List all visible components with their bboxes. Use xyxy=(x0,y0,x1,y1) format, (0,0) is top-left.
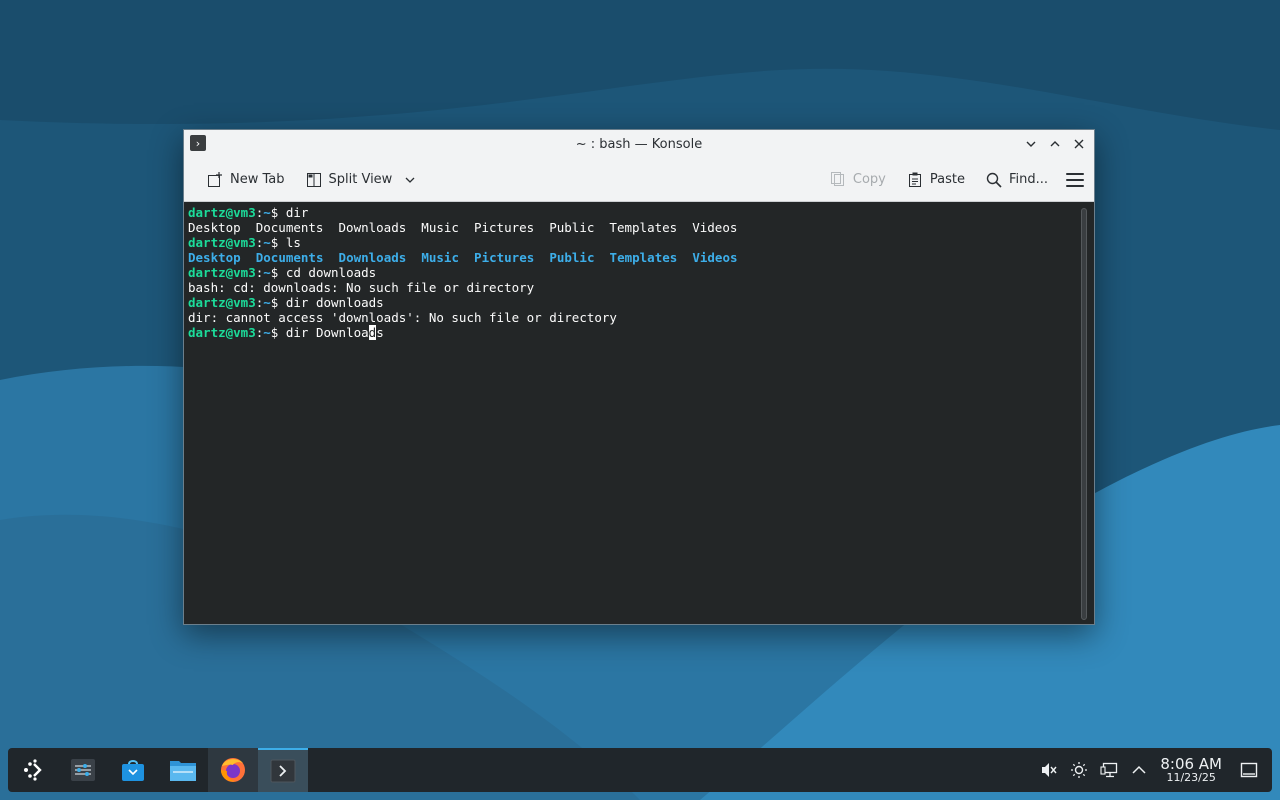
show-desktop-button[interactable] xyxy=(1234,761,1264,779)
paste-button[interactable]: Paste xyxy=(900,167,971,193)
copy-icon xyxy=(829,171,847,189)
konsole-app-icon[interactable]: › xyxy=(190,135,206,151)
terminal-line: dartz@vm3:~$ dir xyxy=(188,205,309,220)
digital-clock[interactable]: 8:06 AM 11/23/25 xyxy=(1160,756,1222,785)
brightness-button[interactable] xyxy=(1064,761,1094,779)
split-view-button[interactable]: Split View xyxy=(299,167,423,193)
maximize-button[interactable] xyxy=(1046,134,1064,154)
clock-time: 8:06 AM xyxy=(1160,754,1222,773)
copy-button[interactable]: Copy xyxy=(823,167,892,193)
hamburger-menu-icon[interactable] xyxy=(1066,172,1084,187)
firefox-button[interactable] xyxy=(208,748,258,792)
application-launcher-button[interactable] xyxy=(8,748,58,792)
terminal-line: dartz@vm3:~$ ls xyxy=(188,235,301,250)
system-settings-icon xyxy=(71,759,95,781)
terminal-line: dir: cannot access 'downloads': No such … xyxy=(188,310,617,325)
close-button[interactable] xyxy=(1070,134,1088,154)
copy-label: Copy xyxy=(852,172,886,187)
new-tab-button[interactable]: New Tab xyxy=(200,167,291,193)
brightness-icon xyxy=(1071,762,1088,778)
search-icon xyxy=(985,171,1003,189)
close-icon xyxy=(1074,139,1084,149)
konsole-window[interactable]: › ~ : bash — Konsole New Tab Split View … xyxy=(183,129,1095,625)
firefox-icon xyxy=(221,758,245,782)
find-label: Find... xyxy=(1008,172,1048,187)
window-titlebar[interactable]: › ~ : bash — Konsole xyxy=(184,130,1094,158)
new-tab-icon xyxy=(206,171,224,189)
minimize-button[interactable] xyxy=(1022,134,1040,154)
volume-muted-icon xyxy=(1042,763,1057,777)
terminal-scrollbar[interactable] xyxy=(1081,208,1087,620)
terminal-line: dartz@vm3:~$ cd downloads xyxy=(188,265,377,280)
terminal-line: Desktop Documents Downloads Music Pictur… xyxy=(188,250,738,265)
chevron-up-icon xyxy=(1050,141,1060,147)
konsole-icon xyxy=(270,759,296,783)
discover-store-icon xyxy=(122,760,144,781)
discover-store-button[interactable] xyxy=(108,748,158,792)
new-tab-label: New Tab xyxy=(230,172,285,187)
show-hidden-icons-button[interactable] xyxy=(1124,762,1154,778)
konsole-toolbar: New Tab Split View Copy Paste Find... xyxy=(184,158,1094,202)
terminal-line: dartz@vm3:~$ dir downloads xyxy=(188,295,384,310)
terminal-line: Desktop Documents Downloads Music Pictur… xyxy=(188,220,738,235)
window-title: ~ : bash — Konsole xyxy=(575,136,703,152)
network-button[interactable] xyxy=(1094,761,1124,779)
chevron-down-icon xyxy=(1026,141,1036,147)
file-manager-button[interactable] xyxy=(158,748,208,792)
system-tray: 8:06 AM 11/23/25 xyxy=(1034,748,1272,792)
terminal-area[interactable]: dartz@vm3:~$ dir Desktop Documents Downl… xyxy=(184,202,1094,624)
konsole-taskbar-button[interactable] xyxy=(258,748,308,792)
clock-date: 11/23/25 xyxy=(1166,771,1216,785)
file-manager-icon xyxy=(170,761,196,781)
taskbar: 8:06 AM 11/23/25 xyxy=(8,748,1272,792)
find-button[interactable]: Find... xyxy=(979,167,1054,193)
split-view-icon xyxy=(305,171,323,189)
network-wired-icon xyxy=(1100,762,1118,778)
application-launcher-icon xyxy=(24,759,42,781)
show-desktop-icon xyxy=(1240,762,1258,778)
system-settings-button[interactable] xyxy=(58,748,108,792)
terminal-line: bash: cd: downloads: No such file or dir… xyxy=(188,280,535,295)
chevron-up-icon xyxy=(1132,765,1146,774)
paste-icon xyxy=(906,171,924,189)
chevron-down-icon[interactable] xyxy=(404,174,416,186)
volume-muted-button[interactable] xyxy=(1034,761,1064,779)
split-view-label: Split View xyxy=(328,172,393,187)
terminal-input-line[interactable]: dartz@vm3:~$ dir Downloads xyxy=(188,325,1090,340)
paste-label: Paste xyxy=(929,172,965,187)
